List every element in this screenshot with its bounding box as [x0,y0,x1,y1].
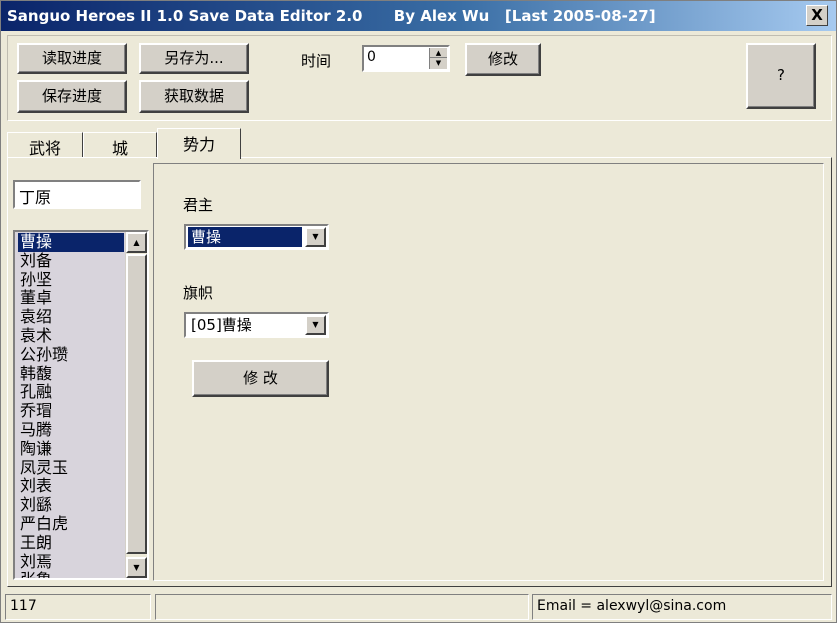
scroll-up-icon[interactable]: ▲ [126,232,147,253]
chevron-down-icon[interactable]: ▼ [305,315,326,335]
list-item[interactable]: 董卓 [18,289,124,308]
spin-down-icon[interactable]: ▼ [430,58,447,68]
help-button[interactable]: ? [746,43,816,109]
lord-select[interactable]: 曹操 ▼ [184,224,329,250]
spinner-arrows[interactable]: ▲ ▼ [429,48,447,69]
list-scrollbar[interactable]: ▲ ▼ [125,232,147,578]
banner-select[interactable]: [05]曹操 ▼ [184,312,329,338]
tab-generals[interactable]: 武将 [7,132,83,158]
status-email: Email = alexwyl@sina.com [532,594,832,620]
scroll-down-icon[interactable]: ▼ [126,557,147,578]
time-value: 0 [367,49,376,65]
list-item[interactable]: 韩馥 [18,365,124,384]
tab-cities[interactable]: 城 [83,132,157,158]
status-middle [155,594,529,620]
status-bar: 117 Email = alexwyl@sina.com [1,592,836,622]
tab-factions[interactable]: 势力 [157,128,241,159]
spin-up-icon[interactable]: ▲ [430,48,447,58]
lord-select-value: 曹操 [188,227,302,247]
window-title: Sanguo Heroes II 1.0 Save Data Editor 2.… [7,7,656,25]
title-bar: Sanguo Heroes II 1.0 Save Data Editor 2.… [1,1,836,31]
time-spinner[interactable]: 0 ▲ ▼ [362,45,450,72]
list-item[interactable]: 严白虎 [18,515,124,534]
save-as-button[interactable]: 另存为... [139,43,249,74]
time-modify-button[interactable]: 修改 [465,43,541,76]
time-label: 时间 [301,52,332,70]
list-item[interactable]: 袁绍 [18,308,124,327]
list-item[interactable]: 张鲁 [18,571,124,578]
lord-label: 君主 [183,196,214,214]
list-item[interactable]: 孙坚 [18,271,124,290]
status-count: 117 [5,594,151,620]
banner-label: 旗帜 [183,284,214,302]
list-item[interactable]: 王朗 [18,534,124,553]
editor-window: Sanguo Heroes II 1.0 Save Data Editor 2.… [0,0,837,623]
list-items: 曹操刘备孙坚董卓袁绍袁术公孙瓒韩馥孔融乔瑁马腾陶谦凤灵玉刘表刘繇严白虎王朗刘焉张… [18,233,124,578]
list-item[interactable]: 凤灵玉 [18,459,124,478]
name-input[interactable]: 丁原 [13,180,141,209]
list-item[interactable]: 刘焉 [18,553,124,572]
banner-select-value: [05]曹操 [191,316,252,334]
fetch-data-button[interactable]: 获取数据 [139,80,249,113]
load-progress-button[interactable]: 读取进度 [17,43,127,74]
list-item[interactable]: 刘繇 [18,496,124,515]
list-item[interactable]: 刘备 [18,252,124,271]
save-progress-button[interactable]: 保存进度 [17,80,127,113]
list-item[interactable]: 陶谦 [18,440,124,459]
faction-listbox[interactable]: 曹操刘备孙坚董卓袁绍袁术公孙瓒韩馥孔融乔瑁马腾陶谦凤灵玉刘表刘繇严白虎王朗刘焉张… [13,230,149,580]
list-item[interactable]: 马腾 [18,421,124,440]
list-item[interactable]: 公孙瓒 [18,346,124,365]
list-item[interactable]: 袁术 [18,327,124,346]
faction-modify-button[interactable]: 修 改 [192,360,329,397]
list-item[interactable]: 孔融 [18,383,124,402]
close-button[interactable]: X [806,5,828,26]
list-item[interactable]: 刘表 [18,477,124,496]
chevron-down-icon[interactable]: ▼ [305,227,326,247]
list-item[interactable]: 曹操 [18,233,124,252]
list-item[interactable]: 乔瑁 [18,402,124,421]
scroll-thumb[interactable] [126,254,147,554]
